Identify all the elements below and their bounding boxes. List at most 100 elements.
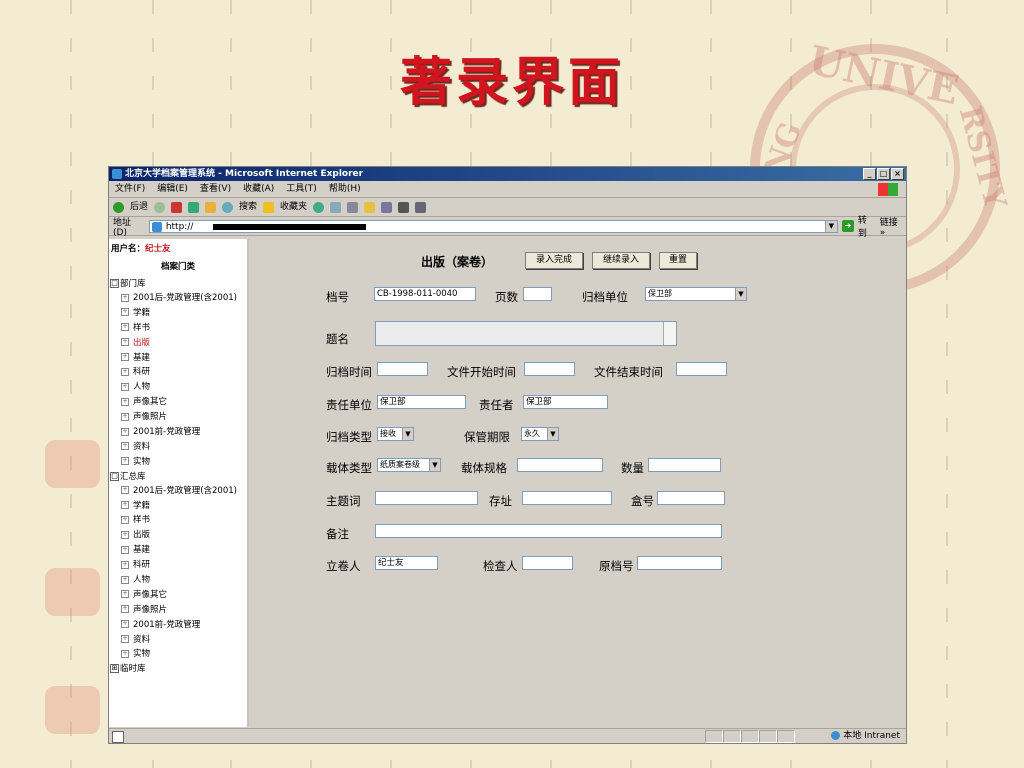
back-button-label[interactable]: 后退 <box>130 198 148 216</box>
media-icon[interactable] <box>415 201 427 213</box>
quantity-input[interactable] <box>648 458 721 472</box>
tree-item[interactable]: + 实物 <box>109 455 247 470</box>
tree-group[interactable]: □ 部门库 <box>109 277 247 291</box>
history-icon[interactable] <box>313 201 325 213</box>
tree-item[interactable]: + 声像照片 <box>109 410 247 425</box>
messenger-icon[interactable] <box>398 201 410 213</box>
filing-type-select[interactable]: 接收 ▼ <box>377 427 414 441</box>
folder-icon[interactable] <box>364 201 376 213</box>
discuss-icon[interactable] <box>381 201 393 213</box>
plus-icon[interactable]: + <box>121 457 129 466</box>
stop-icon[interactable] <box>171 201 183 213</box>
continue-entry-button[interactable]: 继续录入 <box>592 252 650 269</box>
back-icon[interactable] <box>113 201 124 213</box>
home-icon[interactable] <box>205 201 217 213</box>
tree-item[interactable]: + 声像其它 <box>109 395 247 410</box>
go-button[interactable]: 转到 <box>858 213 876 239</box>
plus-icon[interactable]: + <box>121 486 129 495</box>
tree-item[interactable]: + 人物 <box>109 380 247 395</box>
plus-icon[interactable]: + <box>121 605 129 614</box>
tree-item[interactable]: + 学籍 <box>109 499 247 514</box>
plus-icon[interactable]: + <box>121 397 129 406</box>
mail-icon[interactable] <box>330 201 342 213</box>
refresh-icon[interactable] <box>188 201 200 213</box>
responsible-unit-input[interactable]: 保卫部 <box>377 395 466 409</box>
favorites-button-label[interactable]: 收藏夹 <box>280 198 307 216</box>
box-number-input[interactable] <box>657 491 725 505</box>
menu-view[interactable]: 查看(V) <box>200 181 231 197</box>
carrier-spec-input[interactable] <box>517 458 603 472</box>
plus-icon[interactable]: + <box>121 590 129 599</box>
tree-item[interactable]: + 资料 <box>109 633 247 648</box>
original-number-input[interactable] <box>637 556 722 570</box>
maximize-button[interactable]: □ <box>877 168 890 180</box>
tree-item[interactable]: +2001后-党政管理(含2001) <box>109 484 247 499</box>
file-start-time-input[interactable] <box>524 362 575 376</box>
plus-icon[interactable]: + <box>121 649 129 658</box>
print-icon[interactable] <box>347 201 359 213</box>
address-input[interactable]: http:// ▼ <box>148 219 838 233</box>
plus-icon[interactable]: + <box>121 442 129 451</box>
tree-item[interactable]: + 学籍 <box>109 306 247 321</box>
tree-item[interactable]: + 样书 <box>109 513 247 528</box>
plus-icon[interactable]: + <box>121 575 129 584</box>
tree-item[interactable]: +2001后-党政管理(含2001) <box>109 291 247 306</box>
complete-entry-button[interactable]: 录入完成 <box>525 252 583 269</box>
responsible-person-input[interactable]: 保卫部 <box>523 395 608 409</box>
menu-tools[interactable]: 工具(T) <box>286 181 317 197</box>
archive-number-input[interactable]: CB-1998-011-0040 <box>374 287 476 301</box>
menu-edit[interactable]: 编辑(E) <box>157 181 188 197</box>
tree-item[interactable]: + 出版 <box>109 528 247 543</box>
favorites-icon[interactable] <box>263 201 275 213</box>
plus-icon[interactable]: + <box>121 515 129 524</box>
plus-icon[interactable]: + <box>121 635 129 644</box>
title-scrollbar[interactable] <box>663 322 676 345</box>
plus-icon[interactable]: + <box>121 560 129 569</box>
tree-item[interactable]: +2001前-党政管理 <box>109 618 247 633</box>
plus-icon[interactable]: + <box>121 412 129 421</box>
storage-location-input[interactable] <box>522 491 612 505</box>
tree-item[interactable]: + 资料 <box>109 440 247 455</box>
menu-favorites[interactable]: 收藏(A) <box>243 181 274 197</box>
plus-icon[interactable]: + <box>121 367 129 376</box>
plus-icon[interactable]: + <box>121 308 129 317</box>
menu-file[interactable]: 文件(F) <box>115 181 145 197</box>
go-icon[interactable]: ➔ <box>841 220 854 232</box>
compiler-input[interactable]: 纪士友 <box>375 556 438 570</box>
expand-toggle-icon[interactable]: ⊞ <box>110 664 119 674</box>
tree-item[interactable]: + 基建 <box>109 543 247 558</box>
file-end-time-input[interactable] <box>676 362 727 376</box>
plus-icon[interactable]: + <box>121 427 129 436</box>
window-titlebar[interactable]: 北京大学档案管理系统 - Microsoft Internet Explorer… <box>109 167 906 181</box>
tree-item[interactable]: + 样书 <box>109 321 247 336</box>
tree-item[interactable]: + 声像照片 <box>109 603 247 618</box>
carrier-type-select[interactable]: 纸质案卷级 ▼ <box>377 458 441 472</box>
plus-icon[interactable]: + <box>121 501 129 510</box>
plus-icon[interactable]: + <box>121 620 129 629</box>
expand-toggle-icon[interactable]: □ <box>110 279 119 288</box>
plus-icon[interactable]: + <box>121 323 129 332</box>
tree-group[interactable]: ⊞ 临时库 <box>109 662 247 676</box>
address-dropdown-icon[interactable]: ▼ <box>824 220 837 232</box>
close-button[interactable]: × <box>891 168 904 180</box>
plus-icon[interactable]: + <box>121 293 129 302</box>
tree-item[interactable]: +2001前-党政管理 <box>109 425 247 440</box>
plus-icon[interactable]: + <box>121 353 129 362</box>
expand-toggle-icon[interactable]: □ <box>110 471 119 481</box>
filing-time-input[interactable] <box>377 362 428 376</box>
tree-item[interactable]: + 科研 <box>109 365 247 380</box>
tree-group[interactable]: □ 汇总库 <box>109 470 247 484</box>
tree-item[interactable]: + 基建 <box>109 351 247 366</box>
plus-icon[interactable]: + <box>121 382 129 391</box>
search-button-label[interactable]: 搜索 <box>239 198 257 216</box>
links-button[interactable]: 链接 » <box>880 215 906 238</box>
inspector-input[interactable] <box>522 556 573 570</box>
tree-item[interactable]: + 声像其它 <box>109 588 247 603</box>
notes-input[interactable] <box>375 524 722 538</box>
title-textarea[interactable] <box>375 321 677 346</box>
filing-unit-select[interactable]: 保卫部 ▼ <box>645 287 747 301</box>
tree-item[interactable]: + 出版 <box>109 336 247 351</box>
tree-item[interactable]: + 人物 <box>109 573 247 588</box>
plus-icon[interactable]: + <box>121 530 129 539</box>
reset-button[interactable]: 重置 <box>659 252 697 269</box>
